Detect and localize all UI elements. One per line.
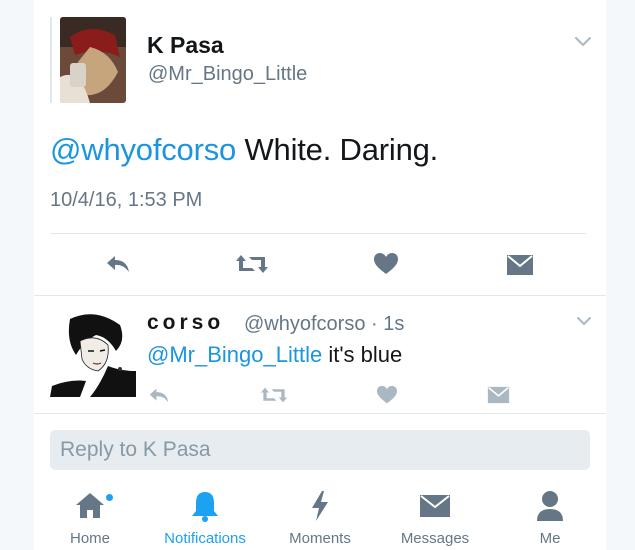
avatar[interactable] xyxy=(60,17,126,103)
divider xyxy=(34,413,606,414)
tab-label: Moments xyxy=(289,530,351,547)
tab-label: Notifications xyxy=(164,530,246,547)
reply-icon xyxy=(107,256,129,272)
message-icon xyxy=(487,386,509,404)
tab-label: Home xyxy=(69,530,110,547)
like-button[interactable] xyxy=(375,384,399,406)
avatar[interactable] xyxy=(50,311,136,397)
author-handle[interactable]: @Mr_Bingo_Little xyxy=(148,63,307,86)
conversation-thread-line xyxy=(50,17,52,103)
tab-label: Me xyxy=(539,530,561,547)
like-icon xyxy=(377,385,397,404)
retweet-button[interactable] xyxy=(233,252,271,276)
person-icon xyxy=(537,491,563,521)
reply-icon xyxy=(149,388,169,402)
tweet-text: @Mr_Bingo_Little it's blue xyxy=(147,342,402,368)
chevron-down-icon[interactable] xyxy=(574,36,592,48)
like-icon xyxy=(374,253,398,274)
mention-link[interactable]: @whyofcorso xyxy=(50,132,236,167)
author-name[interactable]: corso xyxy=(147,311,224,335)
direct-message-button[interactable] xyxy=(485,385,511,405)
tweet-body: White. Daring. xyxy=(236,132,439,167)
retweet-button[interactable] xyxy=(258,385,290,405)
lightning-icon xyxy=(312,491,328,521)
tweet-body: it's blue xyxy=(322,342,403,367)
tweet-timestamp: 10/4/16, 1:53 PM xyxy=(50,189,203,211)
reply-button[interactable] xyxy=(146,385,172,405)
message-icon xyxy=(507,255,533,275)
divider xyxy=(50,233,586,234)
tab-label: Messages xyxy=(400,530,470,547)
retweet-icon xyxy=(236,255,268,273)
reply-input[interactable]: Reply to K Pasa xyxy=(50,430,590,470)
reply-button[interactable] xyxy=(103,252,133,276)
mention-link[interactable]: @Mr_Bingo_Little xyxy=(147,342,322,367)
author-handle[interactable]: @whyofcorso · 1s xyxy=(244,313,404,336)
chevron-down-icon[interactable] xyxy=(576,316,592,326)
retweet-icon xyxy=(260,387,288,403)
home-icon xyxy=(76,493,104,518)
author-name[interactable]: K Pasa xyxy=(147,32,224,59)
tweet-text: @whyofcorso White. Daring. xyxy=(50,132,438,168)
like-button[interactable] xyxy=(372,251,400,277)
direct-message-button[interactable] xyxy=(505,253,535,277)
envelope-icon xyxy=(420,495,450,517)
notification-badge xyxy=(106,494,113,501)
divider xyxy=(34,295,606,296)
bell-icon xyxy=(192,492,218,522)
